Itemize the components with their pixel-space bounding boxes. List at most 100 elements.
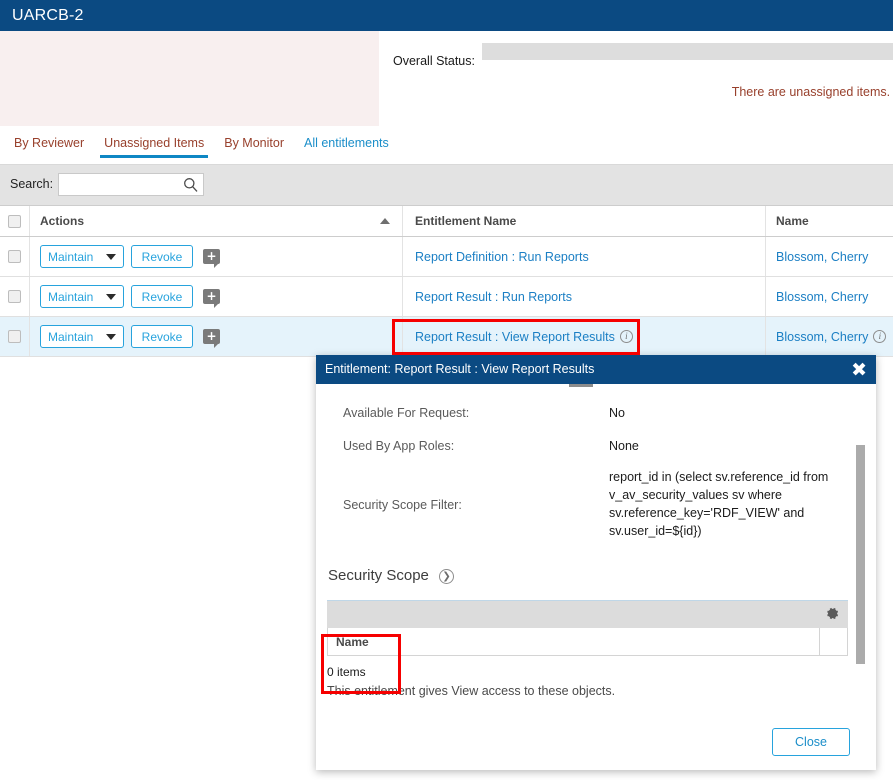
close-icon[interactable]: ✖ xyxy=(851,357,867,383)
entitlement-name-link[interactable]: Report Definition : Run Reports xyxy=(415,250,589,264)
add-comment-icon[interactable]: + xyxy=(203,249,220,264)
security-scope-table-toolbar xyxy=(327,600,848,628)
row-name-cell: Blossom, Cherry i xyxy=(766,317,893,356)
row-actions-cell: Maintain Revoke + xyxy=(30,277,403,316)
search-label: Search: xyxy=(10,177,53,191)
row-name-cell: Blossom, Cherry xyxy=(766,277,893,316)
security-scope-table: Name xyxy=(327,628,848,656)
search-bar: Search: xyxy=(0,165,893,205)
field-label: Used By App Roles: xyxy=(343,439,609,453)
window-title: UARCB-2 xyxy=(12,7,84,24)
column-header-name[interactable]: Name xyxy=(766,206,893,236)
search-field-wrapper[interactable] xyxy=(58,173,204,196)
clipped-scrolled-content xyxy=(569,384,593,387)
reviewer-name-link[interactable]: Blossom, Cherry xyxy=(776,330,868,344)
security-scope-title: Security Scope xyxy=(328,567,429,584)
field-security-scope-filter: Security Scope Filter: report_id in (sel… xyxy=(316,468,876,540)
row-select-cell[interactable] xyxy=(0,237,30,276)
entitlements-grid: Actions Entitlement Name Name Maintain Re… xyxy=(0,205,893,357)
row-checkbox[interactable] xyxy=(8,330,21,343)
info-icon[interactable]: i xyxy=(620,330,633,343)
revoke-button[interactable]: Revoke xyxy=(131,285,193,308)
row-select-cell[interactable] xyxy=(0,277,30,316)
field-value: None xyxy=(609,439,839,453)
maintain-button-label: Maintain xyxy=(48,290,93,304)
tab-bar: By ReviewerUnassigned ItemsBy MonitorAll… xyxy=(0,126,893,165)
row-name-cell: Blossom, Cherry xyxy=(766,237,893,276)
maintain-button[interactable]: Maintain xyxy=(40,325,124,348)
tab-list: By ReviewerUnassigned ItemsBy MonitorAll… xyxy=(4,126,399,158)
field-available-for-request: Available For Request: No xyxy=(316,406,876,420)
maintain-button-label: Maintain xyxy=(48,330,93,344)
tab-all-entitlements[interactable]: All entitlements xyxy=(294,126,399,158)
reviewer-name-link[interactable]: Blossom, Cherry xyxy=(776,250,868,264)
add-comment-icon[interactable]: + xyxy=(203,289,220,304)
table-row[interactable]: Maintain Revoke + Report Result : Run Repor… xyxy=(0,277,893,317)
row-entitlement-cell: Report Result : Run Reports xyxy=(403,277,766,316)
select-all-checkbox[interactable] xyxy=(8,215,21,228)
entitlement-helper-text: This entitlement gives View access to th… xyxy=(316,679,876,698)
security-scope-section-header: Security Scope ❯ xyxy=(316,567,876,584)
maintain-button[interactable]: Maintain xyxy=(40,285,124,308)
table-row[interactable]: Maintain Revoke + Report Definition : Run R… xyxy=(0,237,893,277)
field-label: Available For Request: xyxy=(343,406,609,420)
add-comment-icon[interactable]: + xyxy=(203,329,220,344)
field-label: Security Scope Filter: xyxy=(343,468,609,540)
info-icon[interactable]: i xyxy=(873,330,886,343)
security-scope-item-count: 0 items xyxy=(316,656,876,679)
field-value: report_id in (select sv.reference_id fro… xyxy=(609,468,839,540)
select-all-cell[interactable] xyxy=(0,206,30,236)
grid-body: Maintain Revoke + Report Definition : Run R… xyxy=(0,237,893,357)
row-entitlement-cell: Report Definition : Run Reports xyxy=(403,237,766,276)
summary-right-panel: Overall Status: There are unassigned ite… xyxy=(379,31,893,126)
field-value: No xyxy=(609,406,839,420)
search-input[interactable] xyxy=(59,174,177,195)
entitlement-name-link[interactable]: Report Result : View Report Results xyxy=(415,330,615,344)
dialog-title: Entitlement: Report Result : View Report… xyxy=(325,362,594,376)
maintain-button[interactable]: Maintain xyxy=(40,245,124,268)
chevron-down-icon[interactable] xyxy=(106,254,116,260)
app-root: UARCB-2 Overall Status: There are unassi… xyxy=(0,0,893,780)
dialog-footer: Close xyxy=(316,716,876,770)
column-header-entitlement-name-label: Entitlement Name xyxy=(415,214,516,228)
row-checkbox[interactable] xyxy=(8,250,21,263)
field-used-by-app-roles: Used By App Roles: None xyxy=(316,439,876,453)
row-actions-cell: Maintain Revoke + xyxy=(30,237,403,276)
column-header-actions-label: Actions xyxy=(40,214,84,228)
dialog-body: Available For Request: No Used By App Ro… xyxy=(316,384,876,716)
security-scope-column-spacer xyxy=(819,628,847,655)
tab-by-reviewer[interactable]: By Reviewer xyxy=(4,126,94,158)
revoke-button[interactable]: Revoke xyxy=(131,325,193,348)
row-entitlement-cell: Report Result : View Report Results i xyxy=(403,317,766,356)
row-checkbox[interactable] xyxy=(8,290,21,303)
summary-left-panel xyxy=(0,31,379,126)
overall-status-progressbar xyxy=(482,43,893,60)
maintain-button-label: Maintain xyxy=(48,250,93,264)
column-header-name-label: Name xyxy=(776,214,809,228)
security-scope-column-header-name[interactable]: Name xyxy=(328,635,819,649)
chevron-down-icon[interactable] xyxy=(106,294,116,300)
sort-ascending-icon[interactable] xyxy=(380,218,390,224)
gear-icon[interactable] xyxy=(825,606,840,621)
tab-by-monitor[interactable]: By Monitor xyxy=(214,126,294,158)
revoke-button[interactable]: Revoke xyxy=(131,245,193,268)
table-row[interactable]: Maintain Revoke + Report Result : View Repo… xyxy=(0,317,893,357)
entitlement-detail-dialog: Entitlement: Report Result : View Report… xyxy=(316,355,876,770)
search-icon[interactable] xyxy=(183,177,199,193)
unassigned-items-warning: There are unassigned items. T xyxy=(732,85,893,99)
grid-header-row: Actions Entitlement Name Name xyxy=(0,205,893,237)
row-select-cell[interactable] xyxy=(0,317,30,356)
column-header-entitlement-name[interactable]: Entitlement Name xyxy=(403,206,766,236)
window-title-bar: UARCB-2 xyxy=(0,0,893,31)
overall-status-label: Overall Status: xyxy=(393,54,475,68)
row-actions-cell: Maintain Revoke + xyxy=(30,317,403,356)
dialog-title-bar: Entitlement: Report Result : View Report… xyxy=(316,355,876,384)
chevron-down-icon[interactable] xyxy=(106,334,116,340)
dialog-scrollbar-thumb[interactable] xyxy=(856,445,865,664)
reviewer-name-link[interactable]: Blossom, Cherry xyxy=(776,290,868,304)
tab-unassigned-items[interactable]: Unassigned Items xyxy=(94,126,214,158)
column-header-actions[interactable]: Actions xyxy=(30,206,403,236)
close-button[interactable]: Close xyxy=(772,728,850,756)
chevron-right-circle-icon[interactable]: ❯ xyxy=(439,569,454,584)
entitlement-name-link[interactable]: Report Result : Run Reports xyxy=(415,290,572,304)
